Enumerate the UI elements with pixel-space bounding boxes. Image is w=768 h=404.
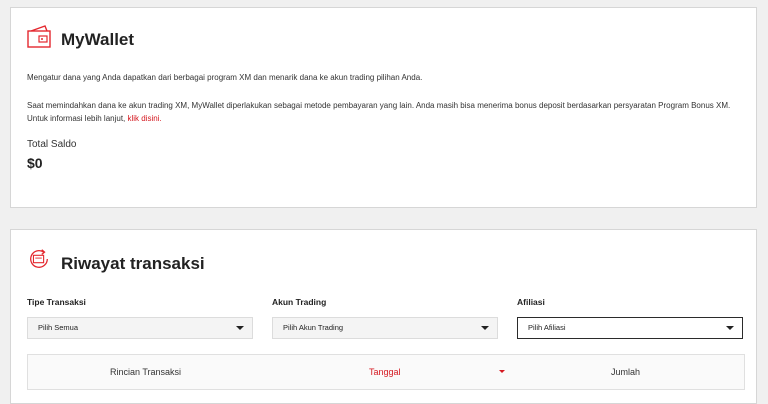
transaction-type-select[interactable]: Pilih Semua: [27, 317, 253, 339]
mywallet-note: Saat memindahkan dana ke akun trading XM…: [27, 99, 742, 125]
transaction-type-label: Tipe Transaksi: [27, 297, 86, 307]
transaction-history-icon: [30, 249, 48, 268]
column-header-details: Rincian Transaksi: [110, 367, 182, 377]
total-balance-value: $0: [27, 155, 43, 171]
wallet-icon: [27, 25, 51, 48]
column-header-date[interactable]: Tanggal: [369, 355, 401, 389]
sort-desc-icon[interactable]: [499, 370, 505, 373]
mywallet-card: MyWallet Mengatur dana yang Anda dapatka…: [10, 7, 757, 208]
mywallet-title: MyWallet: [61, 30, 135, 49]
mywallet-description: Mengatur dana yang Anda dapatkan dari be…: [27, 73, 423, 82]
affiliate-label: Afiliasi: [517, 297, 545, 307]
transaction-history-card: Riwayat transaksi Tipe Transaksi Akun Tr…: [10, 229, 757, 404]
affiliate-select[interactable]: Pilih Afiliasi: [517, 317, 743, 339]
trading-account-value: Pilih Akun Trading: [283, 323, 344, 332]
column-header-amount: Jumlah: [611, 367, 641, 377]
affiliate-value: Pilih Afiliasi: [528, 323, 566, 332]
transaction-history-title: Riwayat transaksi: [61, 254, 205, 273]
chevron-down-icon: [236, 326, 244, 330]
chevron-down-icon: [481, 326, 489, 330]
trading-account-label: Akun Trading: [272, 297, 327, 307]
trading-account-select[interactable]: Pilih Akun Trading: [272, 317, 498, 339]
total-balance-label: Total Saldo: [27, 139, 77, 150]
transaction-table-header: Rincian Transaksi Tanggal Jumlah: [27, 354, 745, 390]
more-info-link[interactable]: klik disini.: [128, 114, 162, 123]
chevron-down-icon: [726, 326, 734, 330]
transaction-type-value: Pilih Semua: [38, 323, 79, 332]
